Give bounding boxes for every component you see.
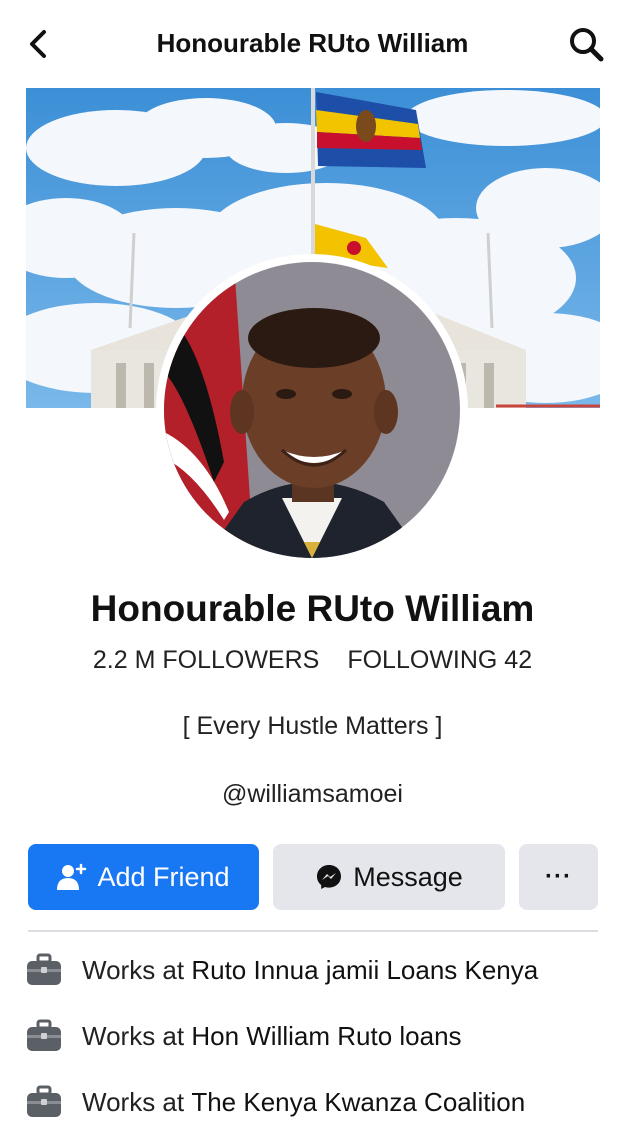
profile-handle: @williamsamoei <box>222 780 403 808</box>
profile-name: Honourable RUto William <box>90 588 535 629</box>
work-prefix: Works at <box>82 954 185 985</box>
following-count[interactable]: FOLLOWING 42 <box>347 646 532 674</box>
work-prefix: Works at <box>82 1020 185 1051</box>
message-button[interactable]: Message <box>273 844 505 910</box>
more-icon: ··· <box>545 863 572 890</box>
followers-count[interactable]: 2.2 M FOLLOWERS <box>93 646 319 674</box>
work-org[interactable]: The Kenya Kwanza Coalition <box>191 1087 525 1118</box>
briefcase-icon <box>27 1085 61 1117</box>
divider <box>28 930 598 932</box>
messenger-icon <box>315 863 343 891</box>
profile-stats: 2.2 M FOLLOWERS FOLLOWING 42 <box>0 646 625 675</box>
work-item[interactable]: Works at Ruto Innua jamii Loans Kenya <box>26 948 538 992</box>
profile-photo <box>164 262 460 558</box>
add-friend-label: Add Friend <box>97 861 230 892</box>
work-prefix: Works at <box>82 1086 185 1117</box>
avatar[interactable] <box>164 262 460 558</box>
page-title: Honourable RUto William <box>156 28 469 58</box>
search-button[interactable] <box>566 24 606 64</box>
work-item[interactable]: Works at The Kenya Kwanza Coalition <box>26 1080 525 1124</box>
message-label: Message <box>353 861 463 892</box>
add-friend-icon <box>57 863 87 891</box>
work-org[interactable]: Ruto Innua jamii Loans Kenya <box>191 955 538 986</box>
more-options-button[interactable]: ··· <box>519 844 598 910</box>
search-icon <box>570 28 604 62</box>
work-org[interactable]: Hon William Ruto loans <box>191 1021 461 1052</box>
add-friend-button[interactable]: Add Friend <box>28 844 259 910</box>
profile-bio: [ Every Hustle Matters ] <box>182 712 443 740</box>
briefcase-icon <box>27 1019 61 1051</box>
briefcase-icon <box>27 953 61 985</box>
work-item[interactable]: Works at Hon William Ruto loans <box>26 1014 462 1058</box>
top-bar: Honourable RUto William <box>0 0 625 88</box>
